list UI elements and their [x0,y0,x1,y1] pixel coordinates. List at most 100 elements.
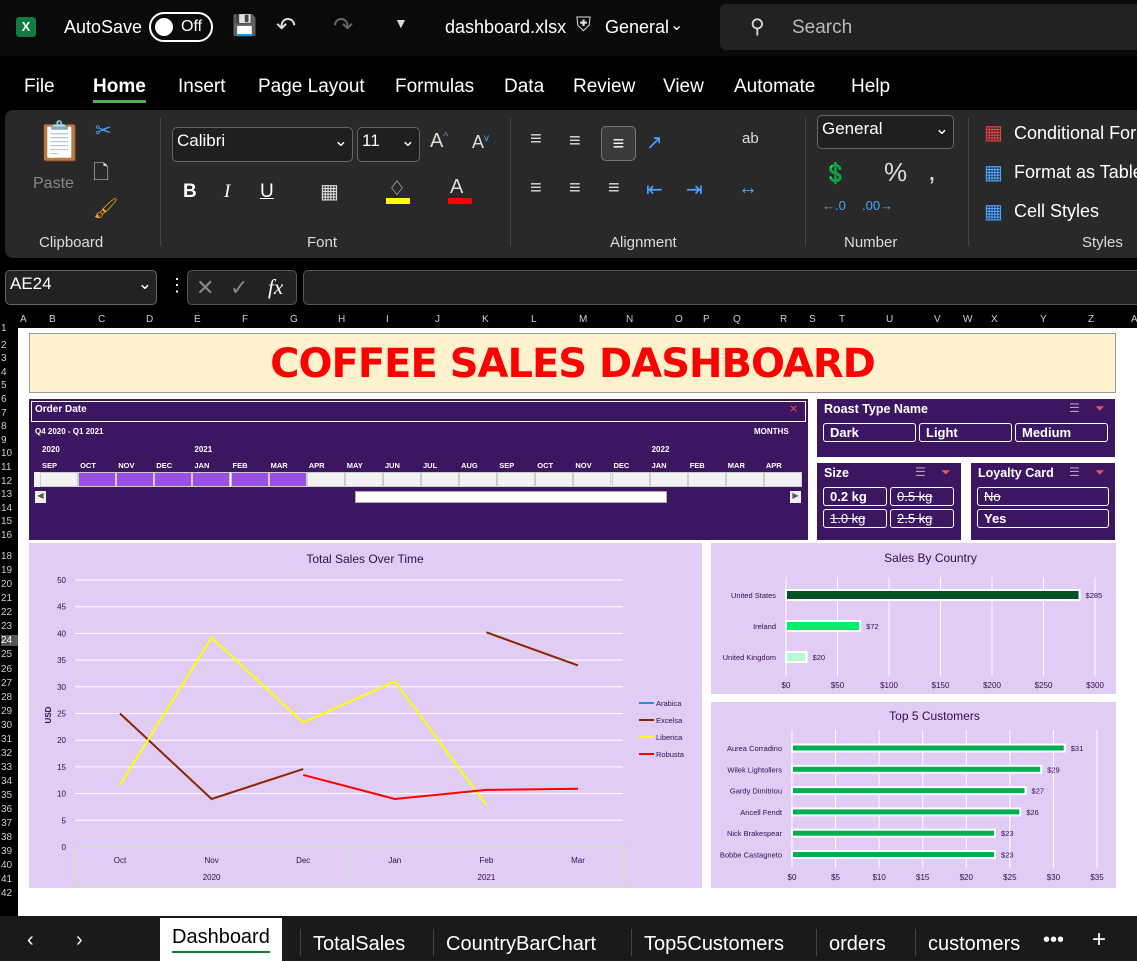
column-header[interactable]: B [49,314,56,325]
filter-clear-icon[interactable]: ⏷ [941,465,951,480]
column-header[interactable]: Q [733,314,741,325]
cell-styles-icon[interactable]: ▦ [984,199,1003,224]
column-header[interactable]: X [991,314,998,325]
align-top-icon[interactable]: ≡ [530,128,542,151]
row-header[interactable]: 26 [1,664,12,675]
column-header[interactable]: N [626,314,633,325]
row-header[interactable]: 1 [1,323,7,334]
more-icon[interactable]: ⋮ [168,275,186,296]
column-header[interactable]: C [98,314,105,325]
timeline-month-selected[interactable] [230,472,269,487]
timeline-month[interactable] [459,472,498,487]
timeline-scrollbar-thumb[interactable] [355,491,667,503]
slicer-item-no[interactable]: No [977,487,1109,506]
row-header[interactable]: 10 [1,448,12,459]
sheet-tab-top5customers[interactable]: Top5Customers [631,929,796,956]
timeline-month[interactable] [306,472,345,487]
column-header[interactable]: H [338,314,345,325]
column-header[interactable]: U [886,314,893,325]
timeline-month[interactable] [611,472,650,487]
sheet-tab-dashboard[interactable]: Dashboard [160,918,282,961]
column-header[interactable]: W [963,314,972,325]
sheet-tab-totalsales[interactable]: TotalSales [300,929,417,956]
menu-home[interactable]: Home [93,76,146,103]
insert-function-button[interactable]: fx [268,275,283,300]
row-header[interactable]: 11 [1,462,11,473]
row-header[interactable]: 19 [1,565,12,576]
timeline-month-selected[interactable] [192,472,231,487]
column-header[interactable]: E [194,314,201,325]
row-header[interactable]: 42 [1,888,12,899]
row-header[interactable]: 22 [1,607,12,618]
font-family-select[interactable]: Calibri ⌄ [172,127,353,162]
row-header[interactable]: 3 [1,353,7,364]
align-center-icon[interactable]: ≡ [569,177,581,200]
slicer-item-yes[interactable]: Yes [977,509,1109,528]
chevron-down-icon[interactable]: ⌄ [670,15,683,35]
menu-view[interactable]: View [663,76,704,98]
timeline-month[interactable] [725,472,764,487]
slicer-item-2-5-kg[interactable]: 2.5 kg [890,509,954,528]
formula-input[interactable] [303,270,1137,305]
italic-button[interactable]: I [224,181,230,203]
row-header[interactable]: 37 [1,818,12,829]
filter-clear-icon[interactable]: ⨯ [789,402,798,415]
row-header[interactable]: 15 [1,516,12,527]
increase-indent-icon[interactable]: ⇥ [686,177,703,202]
slicer-item-dark[interactable]: Dark [823,423,916,442]
column-header[interactable]: L [531,314,537,325]
menu-page-layout[interactable]: Page Layout [258,76,365,98]
row-header[interactable]: 23 [1,621,12,632]
column-header[interactable]: G [290,314,298,325]
menu-file[interactable]: File [24,76,55,98]
row-header[interactable]: 14 [1,503,12,514]
line-chart-panel[interactable]: Total Sales Over Time 0 5 10 15 20 25 30 35 40 45 5… [29,543,702,888]
row-header[interactable]: 21 [1,593,12,604]
row-header[interactable]: 18 [1,551,12,562]
slicer-item-light[interactable]: Light [919,423,1012,442]
multiselect-icon[interactable]: ☰ [1069,401,1080,415]
currency-icon[interactable]: 💲 [823,161,848,186]
row-header[interactable]: 29 [1,706,12,717]
font-color-icon[interactable]: A [450,176,463,199]
more-sheets-icon[interactable]: ••• [1043,929,1064,952]
row-header[interactable]: 33 [1,762,12,773]
row-header[interactable]: 9 [1,435,7,446]
timeline-month-selected[interactable] [154,472,193,487]
column-header[interactable]: J [435,314,440,325]
row-header[interactable]: 4 [1,367,7,378]
format-as-table-button[interactable]: Format as Table [1014,162,1137,183]
country-chart-panel[interactable]: Sales By Country $0 $50 $100 $150 $200 $250 $30… [711,543,1116,694]
row-header[interactable]: 34 [1,776,12,787]
next-sheet-icon[interactable]: › [76,929,83,952]
row-header[interactable]: 31 [1,734,12,745]
timeline-month[interactable] [763,472,802,487]
row-header[interactable]: 39 [1,846,12,857]
column-header[interactable]: T [839,314,845,325]
wrap-text-icon[interactable]: ab [742,130,759,147]
orientation-icon[interactable]: ↗ [646,130,663,155]
filter-clear-icon[interactable]: ⏷ [1095,401,1105,416]
row-header[interactable]: 36 [1,804,12,815]
timeline-month[interactable] [344,472,383,487]
timeline-month-selected[interactable] [78,472,117,487]
column-header[interactable]: R [780,314,787,325]
enter-icon[interactable]: ✓ [230,275,248,301]
menu-review[interactable]: Review [573,76,635,98]
row-header[interactable]: 8 [1,421,7,432]
timeline-order-date[interactable]: Order Date ⨯ Q4 2020 - Q1 2021 MONTHS ◀ … [29,399,808,540]
timeline-month[interactable] [382,472,421,487]
timeline-month[interactable] [535,472,574,487]
menu-insert[interactable]: Insert [178,76,226,98]
borders-icon[interactable]: ▦ [320,179,339,204]
slicer-item-0-5-kg[interactable]: 0.5 kg [890,487,954,506]
row-header[interactable]: 7 [1,408,7,419]
timeline-month[interactable] [573,472,612,487]
timeline-month[interactable] [649,472,688,487]
row-header[interactable]: 28 [1,692,12,703]
increase-font-icon[interactable]: A^ [430,130,448,153]
autosave-toggle[interactable]: Off [149,12,213,42]
menu-data[interactable]: Data [504,76,544,98]
column-header[interactable]: K [482,314,489,325]
percent-icon[interactable]: % [884,157,907,188]
